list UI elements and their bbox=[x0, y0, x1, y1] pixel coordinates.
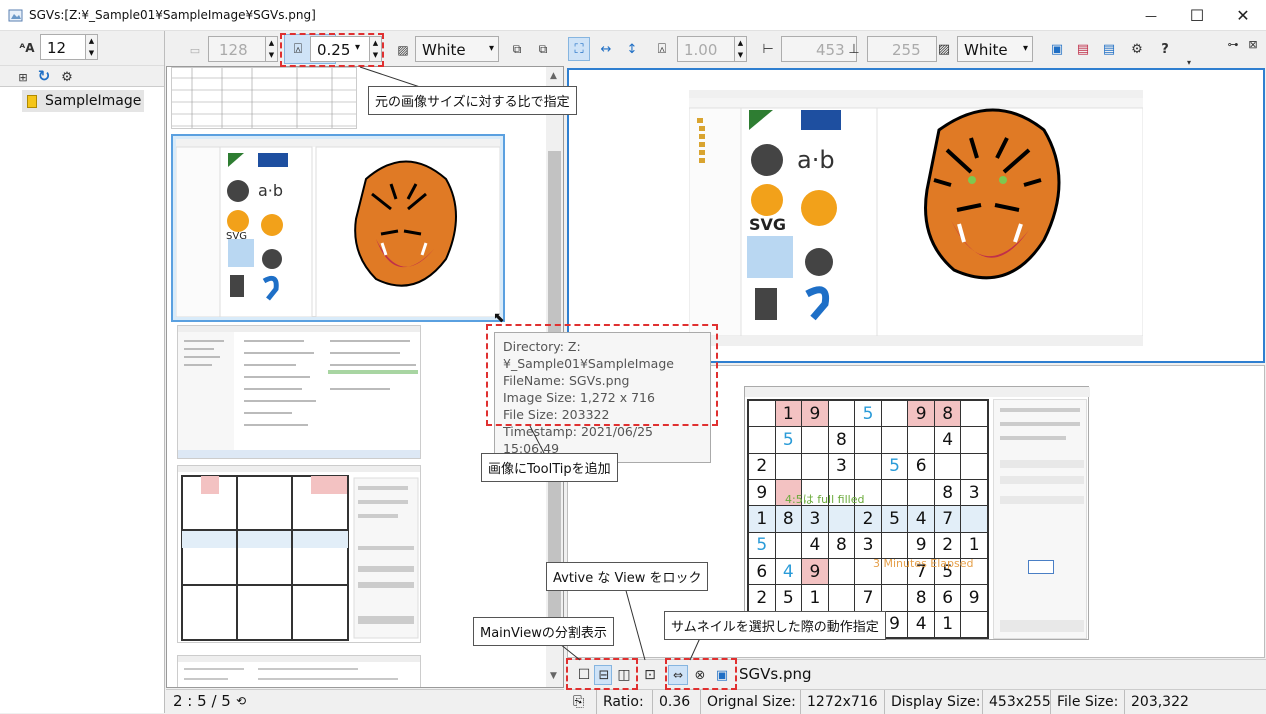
callout-tooltip: 画像にToolTipを追加 bbox=[481, 453, 618, 482]
callout-lock: Avtive な View をロック bbox=[546, 562, 709, 591]
callout-ratio: 元の画像サイズに対する比で指定 bbox=[368, 86, 577, 115]
callout-leaders bbox=[359, 66, 701, 661]
callout-thumb-action: サムネイルを選択した際の動作指定 bbox=[664, 611, 886, 640]
callout-split: MainViewの分割表示 bbox=[473, 617, 614, 646]
